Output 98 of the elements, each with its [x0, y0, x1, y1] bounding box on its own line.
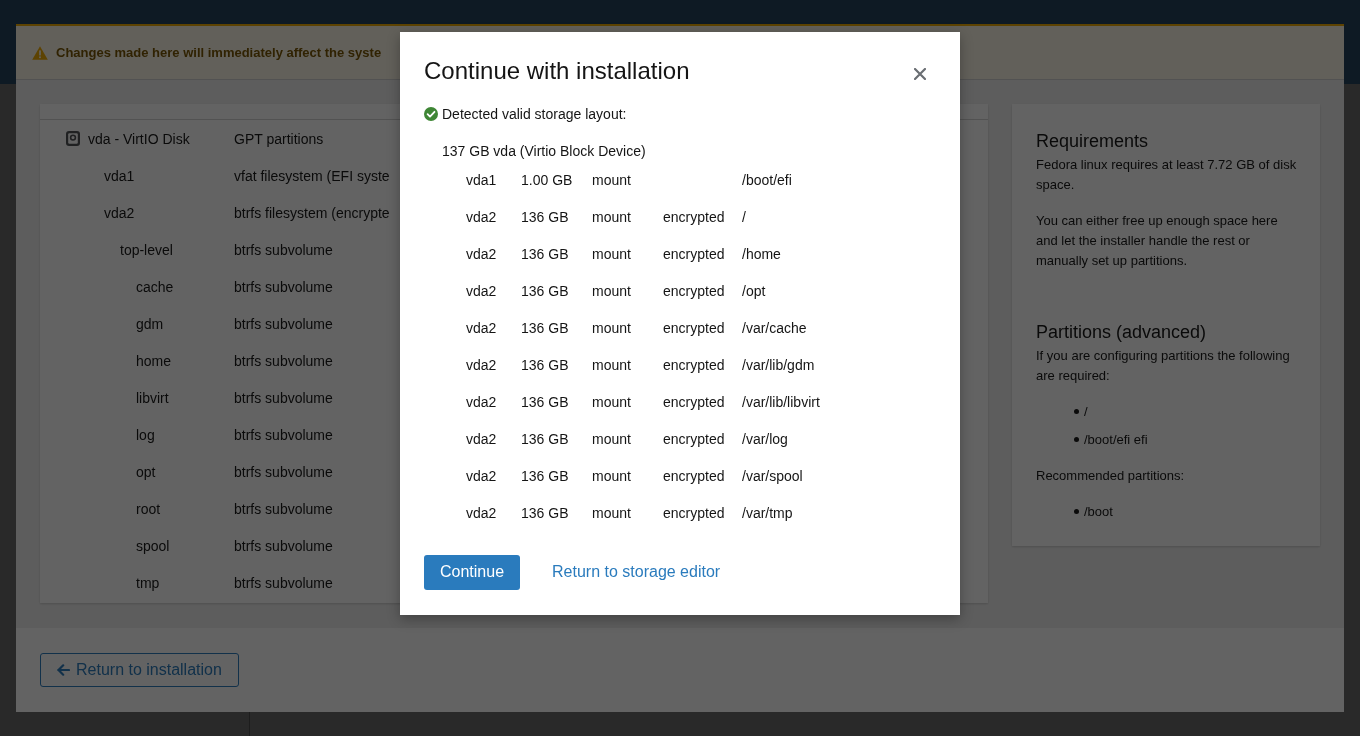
- device-type: btrfs subvolume: [234, 278, 333, 295]
- mount-point: /opt: [742, 282, 766, 299]
- continue-button[interactable]: Continue: [424, 554, 521, 590]
- device-name: vda2: [104, 203, 135, 222]
- device-type: btrfs subvolume: [234, 352, 333, 369]
- device-name: top-level: [120, 240, 173, 259]
- partition-name: vda2: [466, 208, 497, 225]
- device-name: home: [136, 351, 172, 370]
- device-type: btrfs subvolume: [234, 389, 333, 406]
- partition-name: vda2: [466, 430, 497, 447]
- device-name: tmp: [136, 573, 160, 592]
- partition-size: 136 GB: [521, 208, 569, 225]
- partition-name: vda2: [466, 467, 497, 484]
- info-text: Fedora linux requires at least 7.72 GB of disk space.: [1036, 156, 1298, 194]
- mount-point: /: [742, 208, 746, 225]
- device-type: vfat filesystem (EFI syste: [234, 167, 390, 184]
- partition-name: vda2: [466, 356, 497, 373]
- mount-point: /var/log: [742, 430, 788, 447]
- info-text: If you are configuring partitions the following are required:: [1036, 346, 1291, 385]
- mount-point: /var/tmp: [742, 504, 793, 521]
- partition-action: mount: [592, 171, 631, 188]
- encryption-label: encrypted: [663, 319, 725, 336]
- partition-action: mount: [592, 467, 631, 484]
- partition-name: vda2: [466, 504, 497, 521]
- encryption-label: encrypted: [663, 245, 725, 262]
- section-heading: Requirements: [1036, 130, 1150, 153]
- close-icon: [914, 68, 926, 80]
- device-type: btrfs subvolume: [234, 537, 333, 554]
- device-type: btrfs subvolume: [234, 426, 333, 443]
- section-heading: Partitions (advanced): [1036, 320, 1208, 344]
- warning-icon: [32, 45, 48, 60]
- partition-size: 136 GB: [521, 430, 569, 447]
- alert-title: Changes made here will immediately affect the syste: [56, 45, 382, 60]
- partition-size: 136 GB: [521, 356, 569, 373]
- device-type: btrfs subvolume: [234, 241, 333, 258]
- partition-size: 136 GB: [521, 467, 569, 484]
- device-type: GPT partitions: [234, 130, 324, 147]
- encryption-label: encrypted: [663, 430, 725, 447]
- status-message: Detected valid storage layout:: [442, 105, 627, 124]
- partition-path: /boot/efi efi: [1084, 430, 1148, 449]
- check-icon: [424, 107, 438, 121]
- mount-point: /var/lib/libvirt: [742, 393, 820, 410]
- device-type: btrfs filesystem (encrypte: [234, 204, 390, 221]
- encryption-label: encrypted: [663, 467, 725, 484]
- encryption-label: encrypted: [663, 208, 725, 225]
- device-name: log: [136, 425, 155, 444]
- encryption-label: encrypted: [663, 504, 725, 521]
- mount-point: /boot/efi: [742, 171, 792, 188]
- device-name: vda - VirtIO Disk: [88, 129, 190, 148]
- encryption-label: encrypted: [663, 393, 725, 410]
- partition-path: /boot: [1084, 502, 1113, 521]
- device-name: gdm: [136, 314, 164, 333]
- partition-action: mount: [592, 356, 631, 373]
- partition-action: mount: [592, 282, 631, 299]
- partition-size: 136 GB: [521, 319, 569, 336]
- partition-name: vda1: [466, 171, 497, 188]
- partition-size: 136 GB: [521, 504, 569, 521]
- device-name: cache: [136, 277, 174, 296]
- storage-editor-link[interactable]: Return to storage editor: [536, 557, 737, 587]
- device-name: spool: [136, 536, 170, 555]
- partition-path: /: [1084, 402, 1088, 421]
- encryption-label: encrypted: [663, 356, 725, 373]
- info-text: You can either free up enough space here and let the installer handle the rest or manually set up partitions.: [1036, 212, 1279, 270]
- arrow-left-icon: [57, 664, 70, 676]
- bullet-icon: [1074, 409, 1079, 414]
- partition-action: mount: [592, 208, 631, 225]
- partition-action: mount: [592, 393, 631, 410]
- info-text: Recommended partitions:: [1036, 466, 1186, 485]
- partition-size: 1.00 GB: [521, 171, 573, 188]
- partition-size: 136 GB: [521, 245, 569, 262]
- device-type: btrfs subvolume: [234, 315, 333, 332]
- bullet-icon: [1074, 509, 1079, 514]
- bullet-icon: [1074, 437, 1079, 442]
- disk-label: 137 GB vda (Virtio Block Device): [441, 142, 646, 161]
- device-type: btrfs subvolume: [234, 463, 333, 480]
- partition-name: vda2: [466, 282, 497, 299]
- partition-name: vda2: [466, 319, 497, 336]
- partition-size: 136 GB: [521, 393, 569, 410]
- encryption-label: encrypted: [663, 282, 725, 299]
- device-name: opt: [136, 462, 156, 481]
- disk-icon: [66, 131, 80, 146]
- mount-point: /var/lib/gdm: [742, 356, 815, 373]
- dialog-title: Continue with installation: [424, 56, 690, 86]
- partition-action: mount: [592, 319, 631, 336]
- device-type: btrfs subvolume: [234, 574, 333, 591]
- partition-action: mount: [592, 504, 631, 521]
- partition-name: vda2: [466, 393, 497, 410]
- mount-point: /var/spool: [742, 467, 803, 484]
- partition-size: 136 GB: [521, 282, 569, 299]
- partition-name: vda2: [466, 245, 497, 262]
- device-name: root: [136, 499, 161, 518]
- partition-action: mount: [592, 245, 631, 262]
- device-name: libvirt: [136, 388, 169, 407]
- partition-action: mount: [592, 430, 631, 447]
- device-name: vda1: [104, 166, 135, 185]
- device-type: btrfs subvolume: [234, 500, 333, 517]
- mount-point: /var/cache: [742, 319, 807, 336]
- mount-point: /home: [742, 245, 781, 262]
